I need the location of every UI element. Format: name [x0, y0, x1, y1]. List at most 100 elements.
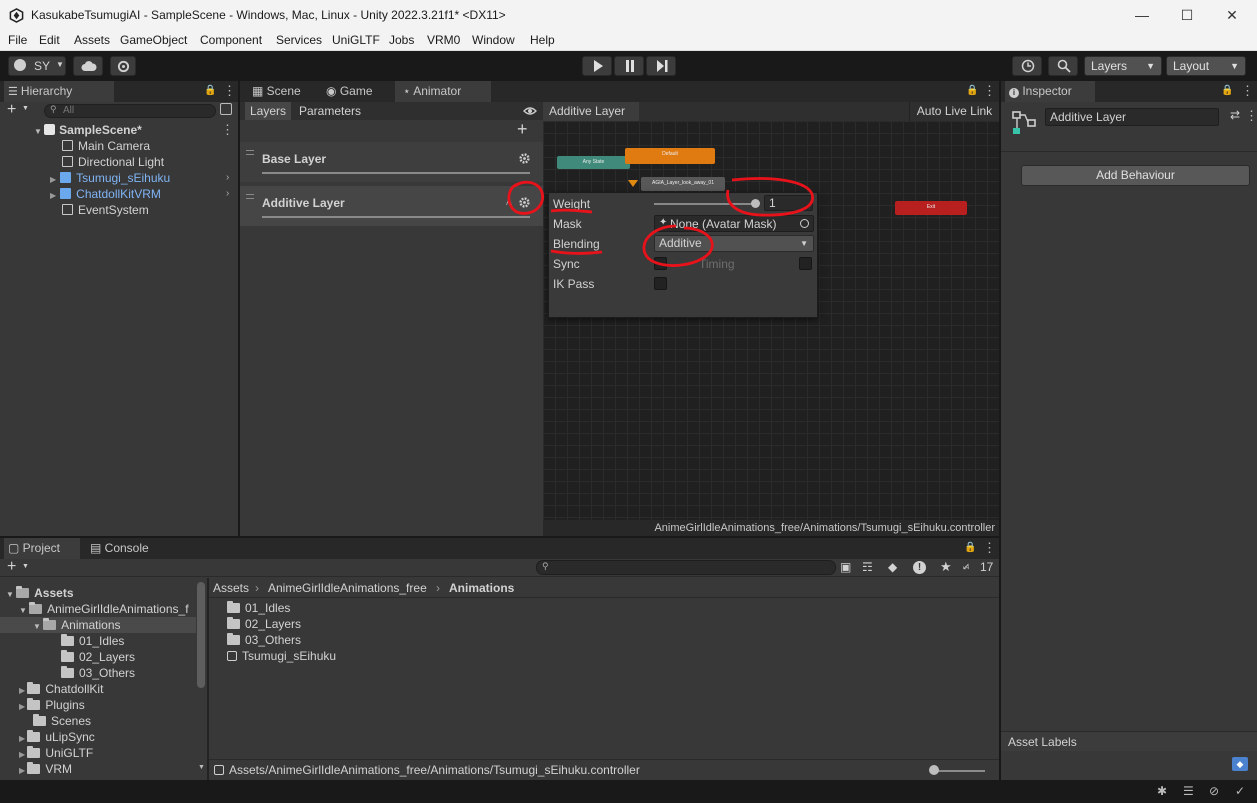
menu-component[interactable]: Component — [200, 33, 262, 47]
tree-item[interactable]: Scenes — [33, 713, 91, 729]
star-icon[interactable]: ★ — [940, 559, 952, 575]
hierarchy-item[interactable]: ▶ ChatdollKitVRM — [50, 186, 161, 202]
weight-slider-thumb[interactable] — [751, 199, 760, 208]
tree-item[interactable]: ▶ Plugins — [19, 697, 85, 713]
hierarchy-item[interactable]: EventSystem — [62, 202, 149, 218]
close-icon[interactable]: ✕ — [1216, 4, 1248, 26]
menu-uniGLTF[interactable]: UniGLTF — [332, 33, 380, 47]
more-options-icon[interactable]: ⋮ — [1241, 83, 1254, 99]
label-tag-icon[interactable]: ◆ — [1232, 757, 1248, 771]
tree-item[interactable]: ▶ UniGLTF — [19, 745, 93, 761]
hidden-eye-icon[interactable]: ⦯ — [963, 560, 969, 573]
hierarchy-item[interactable]: Directional Light — [62, 154, 164, 170]
lock-icon[interactable]: 🔒 — [964, 542, 976, 553]
layers-stack-icon[interactable]: ☰ — [1183, 784, 1194, 798]
tree-item[interactable]: 03_Others — [61, 665, 135, 681]
filter-icon[interactable]: ☶ — [862, 560, 873, 574]
lock-icon[interactable]: 🔒 — [1221, 85, 1233, 96]
file-item[interactable]: 01_Idles — [227, 600, 290, 616]
breadcrumb-item[interactable]: Assets — [213, 578, 249, 598]
tree-item-animations[interactable]: ▼ Animations — [0, 617, 196, 633]
bug-icon[interactable]: ✱ — [1157, 784, 1167, 798]
tab-console[interactable]: ▤ Console — [86, 538, 162, 559]
exit-state-node[interactable]: Exit — [895, 201, 967, 215]
check-circle-icon[interactable]: ✓ — [1235, 784, 1245, 798]
menu-file[interactable]: File — [8, 33, 27, 47]
scene-search-icon[interactable] — [220, 103, 232, 115]
drag-handle-icon[interactable] — [246, 194, 254, 199]
add-icon[interactable]: + — [7, 558, 16, 576]
any-state-node[interactable]: Any State — [557, 156, 630, 169]
file-item[interactable]: Tsumugi_sEihuku — [227, 648, 336, 664]
hierarchy-item[interactable]: ▶ Tsumugi_sEihuku — [50, 170, 170, 186]
add-layer-icon[interactable]: + — [517, 119, 528, 140]
chevron-right-icon[interactable]: › — [226, 188, 229, 199]
layer-row-additive[interactable]: Additive Layer A — [240, 186, 543, 226]
search-by-type-icon[interactable]: ▣ — [840, 560, 851, 574]
gear-icon[interactable] — [518, 152, 531, 165]
chevron-down-icon[interactable]: ▼ — [22, 105, 29, 112]
object-picker-icon[interactable] — [800, 219, 809, 228]
drag-handle-icon[interactable] — [246, 150, 254, 155]
settings-sliders-icon[interactable]: ⇄ — [1230, 108, 1240, 122]
default-state-node[interactable]: Default — [625, 148, 715, 164]
eye-icon[interactable] — [523, 106, 537, 116]
menu-vrm0[interactable]: VRM0 — [427, 33, 460, 47]
animator-graph[interactable]: Any State Default AGIA_Layer_look_away_0… — [543, 121, 999, 520]
search-input[interactable]: ⚲ All — [44, 104, 216, 118]
more-options-icon[interactable]: ⋮ — [1245, 108, 1257, 124]
menu-assets[interactable]: Assets — [74, 33, 110, 47]
history-button[interactable] — [1012, 56, 1042, 76]
menu-services[interactable]: Services — [276, 33, 322, 47]
icon-size-slider-thumb[interactable] — [929, 765, 939, 775]
warning-icon[interactable]: ! — [913, 561, 926, 574]
add-icon[interactable]: + — [7, 101, 16, 119]
menu-window[interactable]: Window — [472, 33, 515, 47]
tree-item[interactable]: 01_Idles — [61, 633, 124, 649]
minimize-icon[interactable]: — — [1126, 4, 1158, 26]
menu-help[interactable]: Help — [530, 33, 555, 47]
layout-dropdown[interactable]: Layout ▼ — [1166, 56, 1246, 76]
tree-item-pack[interactable]: ▼ AnimeGirlIdleAnimations_f — [19, 601, 189, 617]
lock-icon[interactable]: 🔒 — [966, 85, 978, 96]
sync-checkbox[interactable] — [654, 257, 667, 270]
name-field[interactable]: Additive Layer — [1045, 108, 1219, 126]
more-options-icon[interactable]: ⋮ — [983, 540, 996, 556]
tree-scrollbar[interactable] — [197, 582, 205, 688]
timing-checkbox[interactable] — [799, 257, 812, 270]
play-button[interactable] — [582, 56, 612, 76]
subtab-parameters[interactable]: Parameters — [293, 102, 367, 120]
tab-project[interactable]: ▢ Project — [4, 538, 80, 559]
step-button[interactable] — [646, 56, 676, 76]
more-options-icon[interactable]: ⋮ — [983, 83, 996, 99]
layer-state-node[interactable]: AGIA_Layer_look_away_01 — [641, 177, 725, 191]
pause-button[interactable] — [614, 56, 644, 76]
chevron-right-icon[interactable]: ▶ — [50, 175, 56, 184]
blending-dropdown[interactable]: Additive ▼ — [654, 235, 814, 252]
tab-hierarchy[interactable]: ☰ Hierarchy — [4, 81, 114, 102]
menu-gameobject[interactable]: GameObject — [120, 33, 187, 47]
mask-field[interactable]: ✦ None (Avatar Mask) — [654, 215, 814, 232]
cloud-button[interactable] — [73, 56, 103, 76]
breadcrumb-item[interactable]: AnimeGirlIdleAnimations_free — [268, 578, 427, 598]
file-item[interactable]: 03_Others — [227, 632, 301, 648]
hierarchy-item[interactable]: Main Camera — [62, 138, 150, 154]
asset-labels-header[interactable]: Asset Labels — [1001, 731, 1257, 751]
menu-edit[interactable]: Edit — [39, 33, 60, 47]
gear-icon[interactable] — [518, 196, 531, 209]
tree-item-assets[interactable]: ▼ Assets — [6, 585, 74, 601]
tab-inspector[interactable]: i Inspector — [1005, 81, 1095, 102]
auto-live-link-button[interactable]: Auto Live Link — [909, 102, 999, 121]
account-dropdown[interactable]: SY ▼ — [8, 56, 66, 76]
tab-scene[interactable]: ▦ Scene — [248, 81, 312, 102]
icon-size-slider-track[interactable] — [933, 770, 985, 772]
add-behaviour-button[interactable]: Add Behaviour — [1021, 165, 1250, 186]
layers-dropdown[interactable]: Layers ▼ — [1084, 56, 1162, 76]
weight-input[interactable]: 1 — [764, 195, 813, 211]
layer-row-base[interactable]: Base Layer — [240, 142, 543, 182]
lock-icon[interactable]: 🔒 — [204, 85, 216, 96]
project-search-input[interactable]: ⚲ — [536, 560, 836, 575]
scene-row[interactable]: ▼ SampleScene* — [34, 122, 142, 138]
tab-game[interactable]: ◉ Game — [322, 81, 392, 102]
tree-item[interactable]: ▶ ChatdollKit — [19, 681, 103, 697]
